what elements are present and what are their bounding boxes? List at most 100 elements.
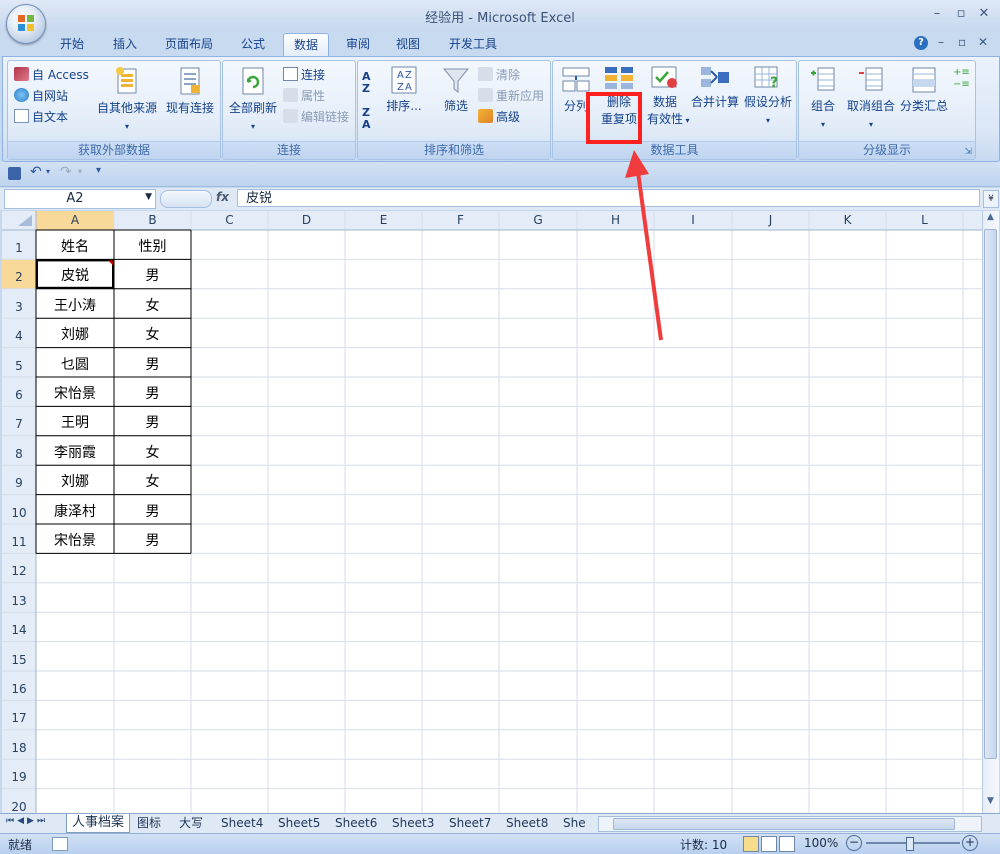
horizontal-scroll-thumb[interactable] bbox=[613, 818, 955, 830]
from-text-button[interactable]: 自文本 bbox=[14, 108, 68, 126]
sheet-tab[interactable]: Sheet7 bbox=[444, 814, 496, 832]
row-header-10[interactable]: 10 bbox=[2, 506, 36, 520]
existing-connections-button[interactable]: 现有连接 bbox=[164, 65, 216, 117]
sheet-tab[interactable]: Sheet8 bbox=[501, 814, 553, 832]
sheet-tab[interactable]: Sheet5 bbox=[273, 814, 325, 832]
tab-insert[interactable]: 插入 bbox=[103, 33, 147, 55]
column-header-j[interactable]: J bbox=[732, 213, 809, 227]
reapply-button[interactable]: 重新应用 bbox=[478, 87, 544, 105]
row-header-18[interactable]: 18 bbox=[2, 741, 36, 755]
filter-button[interactable]: 筛选 bbox=[436, 65, 476, 115]
sheet-tab[interactable]: Sheet6 bbox=[330, 814, 382, 832]
zoom-slider-thumb[interactable] bbox=[906, 837, 914, 851]
formula-expand-icon[interactable]: ¥ bbox=[983, 190, 999, 208]
ribbon-minimize-icon[interactable]: – bbox=[938, 35, 944, 49]
insert-function-icon[interactable]: fx bbox=[216, 190, 229, 204]
table-cell[interactable]: 李丽霞 bbox=[36, 442, 114, 462]
name-box[interactable]: A2 ▼ bbox=[4, 189, 156, 209]
column-header-g[interactable]: G bbox=[499, 213, 577, 227]
edit-links-button[interactable]: 编辑链接 bbox=[283, 108, 349, 126]
office-button[interactable] bbox=[6, 4, 46, 44]
consolidate-button[interactable]: 合并计算 bbox=[687, 65, 743, 111]
tab-review[interactable]: 审阅 bbox=[336, 33, 380, 55]
name-box-dropdown-icon[interactable]: ▼ bbox=[145, 192, 152, 202]
row-header-19[interactable]: 19 bbox=[2, 770, 36, 784]
table-cell[interactable]: 男 bbox=[114, 265, 191, 285]
table-cell[interactable]: 女 bbox=[114, 295, 191, 315]
data-validation-button[interactable]: 数据 有效性 ▾ bbox=[647, 65, 690, 129]
page-layout-view-icon[interactable] bbox=[761, 836, 777, 852]
row-header-2[interactable]: 2 bbox=[2, 270, 36, 284]
zoom-in-icon[interactable]: + bbox=[962, 835, 978, 851]
row-header-8[interactable]: 8 bbox=[2, 447, 36, 461]
column-header-l[interactable]: L bbox=[886, 213, 963, 227]
table-cell[interactable]: 女 bbox=[114, 324, 191, 344]
tab-developer[interactable]: 开发工具 bbox=[439, 33, 507, 55]
from-other-sources-button[interactable]: 自其他来源 ▾ bbox=[94, 65, 160, 135]
table-cell[interactable]: 宋怡景 bbox=[36, 383, 114, 403]
ribbon-close-icon[interactable]: ✕ bbox=[978, 35, 988, 49]
help-icon[interactable]: ? bbox=[914, 36, 928, 50]
table-cell[interactable]: 男 bbox=[114, 501, 191, 521]
redo-dropdown-icon[interactable]: ▾ bbox=[78, 167, 82, 176]
table-cell[interactable]: 女 bbox=[114, 471, 191, 491]
row-header-5[interactable]: 5 bbox=[2, 359, 36, 373]
column-header-i[interactable]: I bbox=[654, 213, 732, 227]
redo-icon[interactable]: ↷ bbox=[60, 164, 72, 180]
row-header-11[interactable]: 11 bbox=[2, 535, 36, 549]
column-header-f[interactable]: F bbox=[422, 213, 499, 227]
table-cell[interactable]: 皮锐 bbox=[36, 265, 114, 285]
spreadsheet-grid[interactable]: A B C D E F G H I J K L 1 2 3 4 5 6 7 8 9 10 11 12 13 14 15 16 17 18 1… bbox=[2, 211, 982, 813]
tab-page-layout[interactable]: 页面布局 bbox=[155, 33, 223, 55]
table-cell[interactable]: 刘娜 bbox=[36, 471, 114, 491]
sort-button[interactable]: A Z Z A 排序... bbox=[384, 65, 424, 115]
zoom-out-icon[interactable]: − bbox=[846, 835, 862, 851]
table-cell[interactable]: 女 bbox=[114, 442, 191, 462]
undo-icon[interactable]: ↶ bbox=[30, 164, 42, 180]
column-header-e[interactable]: E bbox=[345, 213, 422, 227]
table-cell[interactable]: 男 bbox=[114, 354, 191, 374]
vertical-scroll-thumb[interactable] bbox=[984, 229, 997, 759]
column-header-d[interactable]: D bbox=[268, 213, 345, 227]
row-header-7[interactable]: 7 bbox=[2, 417, 36, 431]
table-cell[interactable]: 王小涛 bbox=[36, 295, 114, 315]
tab-view[interactable]: 视图 bbox=[386, 33, 430, 55]
connections-button[interactable]: 连接 bbox=[283, 66, 325, 84]
group-button[interactable]: 组合 ▾ bbox=[805, 65, 841, 133]
ungroup-button[interactable]: 取消组合 ▾ bbox=[845, 65, 897, 133]
macro-record-icon[interactable] bbox=[52, 837, 68, 851]
table-cell[interactable]: 宋怡景 bbox=[36, 530, 114, 550]
tab-formulas[interactable]: 公式 bbox=[231, 33, 275, 55]
column-header-c[interactable]: C bbox=[191, 213, 268, 227]
row-header-4[interactable]: 4 bbox=[2, 329, 36, 343]
column-header-h[interactable]: H bbox=[577, 213, 654, 227]
page-break-view-icon[interactable] bbox=[779, 836, 795, 852]
subtotal-button[interactable]: 分类汇总 bbox=[899, 65, 949, 115]
sheet-tab[interactable]: 图标 bbox=[132, 814, 166, 832]
close-button[interactable]: ✕ bbox=[973, 6, 995, 24]
normal-view-icon[interactable] bbox=[743, 836, 759, 852]
row-header-15[interactable]: 15 bbox=[2, 653, 36, 667]
table-cell[interactable]: 王明 bbox=[36, 412, 114, 432]
table-header-cell[interactable]: 姓名 bbox=[36, 236, 114, 256]
row-header-17[interactable]: 17 bbox=[2, 711, 36, 725]
advanced-filter-button[interactable]: 高级 bbox=[478, 108, 520, 126]
formula-input[interactable]: 皮锐 bbox=[237, 189, 980, 207]
sort-descending-icon[interactable]: ZA bbox=[362, 107, 371, 131]
sheet-nav-icon[interactable]: ⏮◀▶⏭ bbox=[6, 816, 48, 826]
clear-button[interactable]: 清除 bbox=[478, 66, 520, 84]
column-header-a[interactable]: A bbox=[36, 213, 114, 227]
customize-qat-icon[interactable]: ▾ bbox=[96, 165, 101, 176]
minimize-button[interactable]: – bbox=[926, 6, 948, 24]
dialog-launcher-icon[interactable]: ⇲ bbox=[964, 147, 972, 157]
formula-bar-expand-handle[interactable] bbox=[160, 190, 212, 208]
show-detail-icon[interactable]: +≡ −≡ bbox=[953, 67, 970, 91]
sheet-tab[interactable]: She bbox=[558, 814, 591, 832]
undo-dropdown-icon[interactable]: ▾ bbox=[46, 167, 50, 176]
from-access-button[interactable]: 自 Access bbox=[14, 66, 89, 84]
refresh-all-button[interactable]: 全部刷新 ▾ bbox=[225, 65, 281, 135]
tab-data[interactable]: 数据 bbox=[283, 33, 330, 56]
column-header-k[interactable]: K bbox=[809, 213, 886, 227]
from-web-button[interactable]: 自网站 bbox=[14, 87, 68, 105]
horizontal-scrollbar[interactable] bbox=[598, 816, 982, 832]
